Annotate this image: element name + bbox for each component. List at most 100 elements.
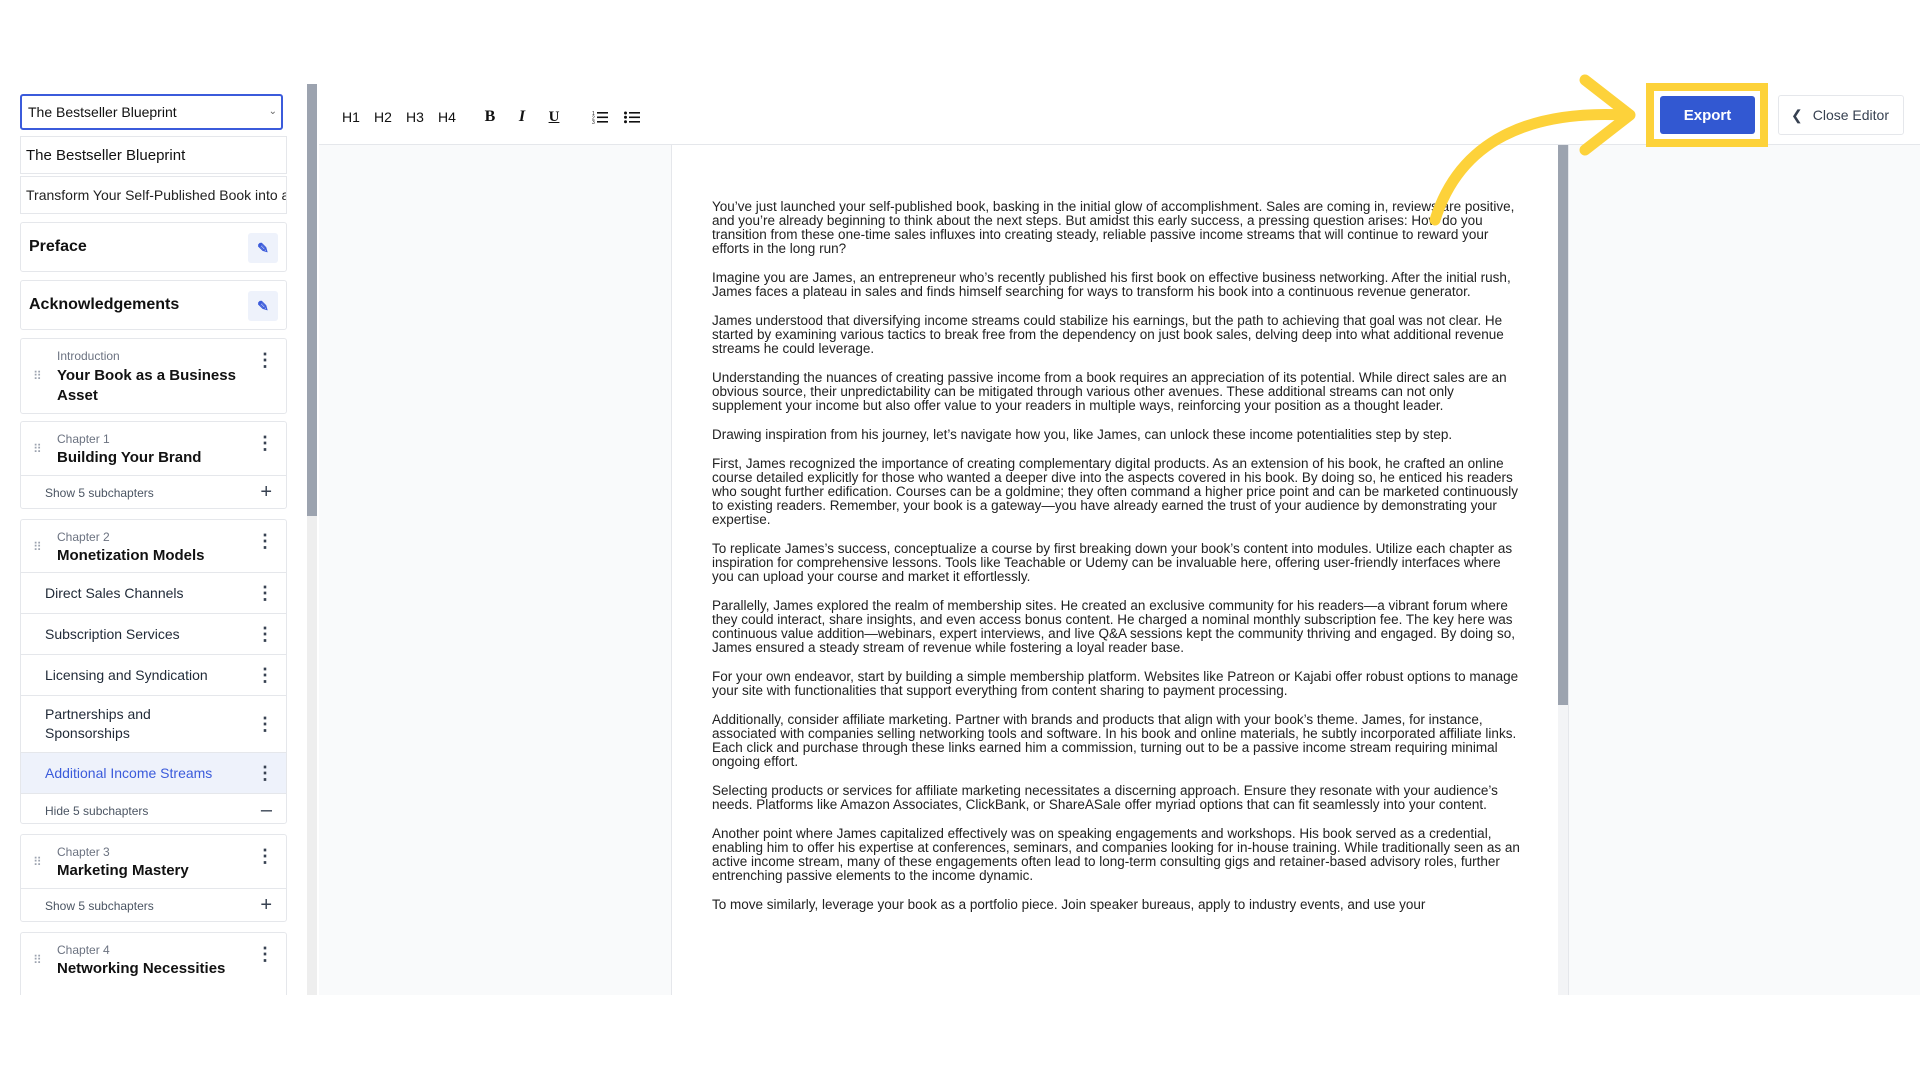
- plus-icon[interactable]: +: [260, 894, 272, 917]
- more-options-icon[interactable]: ⋮: [256, 945, 274, 963]
- export-highlight-box: [1646, 83, 1768, 147]
- document-paragraph[interactable]: You’ve just launched your self-published…: [712, 200, 1522, 256]
- chapter-title: Building Your Brand: [57, 449, 202, 466]
- bullet-list-button[interactable]: [621, 104, 643, 130]
- editor-app: The Bestseller Blueprint ⌄ The Bestselle…: [0, 0, 1920, 995]
- preface-label: Preface: [29, 238, 87, 255]
- sidebar-scrollbar-thumb[interactable]: [307, 84, 317, 516]
- document-paragraph[interactable]: First, James recognized the importance o…: [712, 457, 1522, 527]
- drag-handle-icon[interactable]: ⠿: [33, 855, 42, 869]
- document-paragraph[interactable]: Another point where James capitalized ef…: [712, 827, 1522, 883]
- subchapter-label: Additional Income Streams: [45, 765, 213, 781]
- chevron-left-icon: ❮: [1791, 106, 1803, 123]
- book-select-value: The Bestseller Blueprint: [28, 104, 177, 120]
- document-paragraph[interactable]: To move similarly, leverage your book as…: [712, 898, 1522, 912]
- subchapter-label: Partnerships and Sponsorships: [45, 706, 151, 741]
- heading-3-button[interactable]: H3: [403, 104, 427, 130]
- heading-2-button[interactable]: H2: [371, 104, 395, 130]
- pencil-icon[interactable]: ✎: [248, 233, 278, 263]
- show-subchapters-toggle[interactable]: Show 5 subchapters +: [21, 475, 286, 510]
- close-editor-label: Close Editor: [1812, 107, 1889, 123]
- document-paragraph[interactable]: Selecting products or services for affil…: [712, 784, 1522, 812]
- chapter-1-header[interactable]: ⠿ Chapter 1 Building Your Brand ⋮: [21, 422, 286, 475]
- plus-icon[interactable]: +: [260, 481, 272, 504]
- document-paragraph[interactable]: Imagine you are James, an entrepreneur w…: [712, 271, 1522, 299]
- chapter-kicker: Chapter 4: [57, 943, 110, 957]
- subchapter-label: Licensing and Syndication: [45, 667, 208, 683]
- document-paragraph[interactable]: For your own endeavor, start by building…: [712, 670, 1522, 698]
- svg-text:3: 3: [592, 120, 595, 124]
- chapter-kicker: Chapter 1: [57, 432, 110, 446]
- more-options-icon[interactable]: ⋮: [256, 584, 274, 602]
- chapter-kicker: Chapter 2: [57, 530, 110, 544]
- subchapter-item[interactable]: Licensing and Syndication ⋮: [21, 654, 286, 695]
- subchapter-item[interactable]: Subscription Services ⋮: [21, 613, 286, 654]
- toggle-label: Show 5 subchapters: [45, 486, 154, 500]
- show-subchapters-toggle[interactable]: Show 5 subchapters +: [21, 888, 286, 923]
- drag-handle-icon[interactable]: ⠿: [33, 953, 42, 967]
- chapter-title: Marketing Mastery: [57, 862, 189, 879]
- document-content[interactable]: You’ve just launched your self-published…: [712, 200, 1522, 927]
- hide-subchapters-toggle[interactable]: Hide 5 subchapters –: [21, 793, 286, 828]
- drag-handle-icon[interactable]: ⠿: [33, 369, 42, 383]
- minus-icon[interactable]: –: [261, 799, 272, 822]
- subchapter-label: Direct Sales Channels: [45, 585, 184, 601]
- heading-1-button[interactable]: H1: [339, 104, 363, 130]
- sidebar-scrollbar[interactable]: [307, 84, 317, 995]
- chapter-title: Networking Necessities: [57, 960, 226, 977]
- more-options-icon[interactable]: ⋮: [256, 434, 274, 452]
- more-options-icon[interactable]: ⋮: [256, 625, 274, 643]
- subchapter-item-active[interactable]: Additional Income Streams ⋮: [21, 752, 286, 793]
- chapter-3-header[interactable]: ⠿ Chapter 3 Marketing Mastery ⋮: [21, 835, 286, 888]
- chapter-introduction[interactable]: ⠿ Introduction Your Book as a Business A…: [20, 338, 287, 414]
- chapter-kicker: Chapter 3: [57, 845, 110, 859]
- document-paragraph[interactable]: James understood that diversifying incom…: [712, 314, 1522, 356]
- drag-handle-icon[interactable]: ⠿: [33, 540, 42, 554]
- more-options-icon[interactable]: ⋮: [256, 764, 274, 782]
- chapter-title: Monetization Models: [57, 547, 205, 564]
- acknowledgements-item[interactable]: Acknowledgements ✎: [20, 280, 287, 330]
- more-options-icon[interactable]: ⋮: [256, 532, 274, 550]
- italic-button[interactable]: I: [511, 104, 533, 130]
- outline-sidebar: The Bestseller Blueprint ⌄ The Bestselle…: [20, 94, 287, 995]
- toggle-label: Hide 5 subchapters: [45, 804, 149, 818]
- ordered-list-button[interactable]: 1 2 3: [589, 104, 611, 130]
- pencil-icon[interactable]: ✎: [248, 291, 278, 321]
- book-title-field[interactable]: The Bestseller Blueprint: [20, 136, 287, 174]
- more-options-icon[interactable]: ⋮: [256, 847, 274, 865]
- document-paragraph[interactable]: Additionally, consider affiliate marketi…: [712, 713, 1522, 769]
- document-page[interactable]: You’ve just launched your self-published…: [671, 145, 1569, 995]
- bold-button[interactable]: B: [479, 104, 501, 130]
- chapter-kicker: Introduction: [57, 349, 120, 363]
- more-options-icon[interactable]: ⋮: [256, 715, 274, 733]
- close-editor-button[interactable]: ❮ Close Editor: [1778, 95, 1904, 135]
- chevron-down-icon: ⌄: [268, 106, 277, 117]
- chapter-4[interactable]: ⠿ Chapter 4 Networking Necessities ⋮: [20, 932, 287, 995]
- document-paragraph[interactable]: Understanding the nuances of creating pa…: [712, 371, 1522, 413]
- chapter-1: ⠿ Chapter 1 Building Your Brand ⋮ Show 5…: [20, 421, 287, 509]
- preface-item[interactable]: Preface ✎: [20, 222, 287, 272]
- subchapter-label: Subscription Services: [45, 626, 180, 642]
- book-select[interactable]: The Bestseller Blueprint ⌄: [20, 94, 283, 130]
- ordered-list-icon: 1 2 3: [592, 111, 608, 124]
- more-options-icon[interactable]: ⋮: [256, 666, 274, 684]
- heading-4-button[interactable]: H4: [435, 104, 459, 130]
- bullet-list-icon: [624, 111, 640, 124]
- book-subtitle-field[interactable]: Transform Your Self-Published Book into …: [20, 176, 287, 214]
- document-scrollbar[interactable]: [1558, 145, 1568, 995]
- chapter-2-header[interactable]: ⠿ Chapter 2 Monetization Models ⋮: [21, 520, 286, 572]
- toggle-label: Show 5 subchapters: [45, 899, 154, 913]
- drag-handle-icon[interactable]: ⠿: [33, 442, 42, 456]
- chapter-3: ⠿ Chapter 3 Marketing Mastery ⋮ Show 5 s…: [20, 834, 287, 922]
- annotation-arrow-icon: [1429, 74, 1636, 226]
- subchapter-item[interactable]: Direct Sales Channels ⋮: [21, 572, 286, 613]
- document-paragraph[interactable]: Drawing inspiration from his journey, le…: [712, 428, 1522, 442]
- chapter-2: ⠿ Chapter 2 Monetization Models ⋮ Direct…: [20, 519, 287, 824]
- subchapter-item[interactable]: Partnerships and Sponsorships ⋮: [21, 695, 286, 752]
- document-area: You’ve just launched your self-published…: [319, 145, 1920, 995]
- more-options-icon[interactable]: ⋮: [256, 351, 274, 369]
- chapter-title: Your Book as a Business Asset: [57, 367, 236, 404]
- document-paragraph[interactable]: Parallelly, James explored the realm of …: [712, 599, 1522, 655]
- document-paragraph[interactable]: To replicate James’s success, conceptual…: [712, 542, 1522, 584]
- underline-button[interactable]: U: [543, 104, 565, 130]
